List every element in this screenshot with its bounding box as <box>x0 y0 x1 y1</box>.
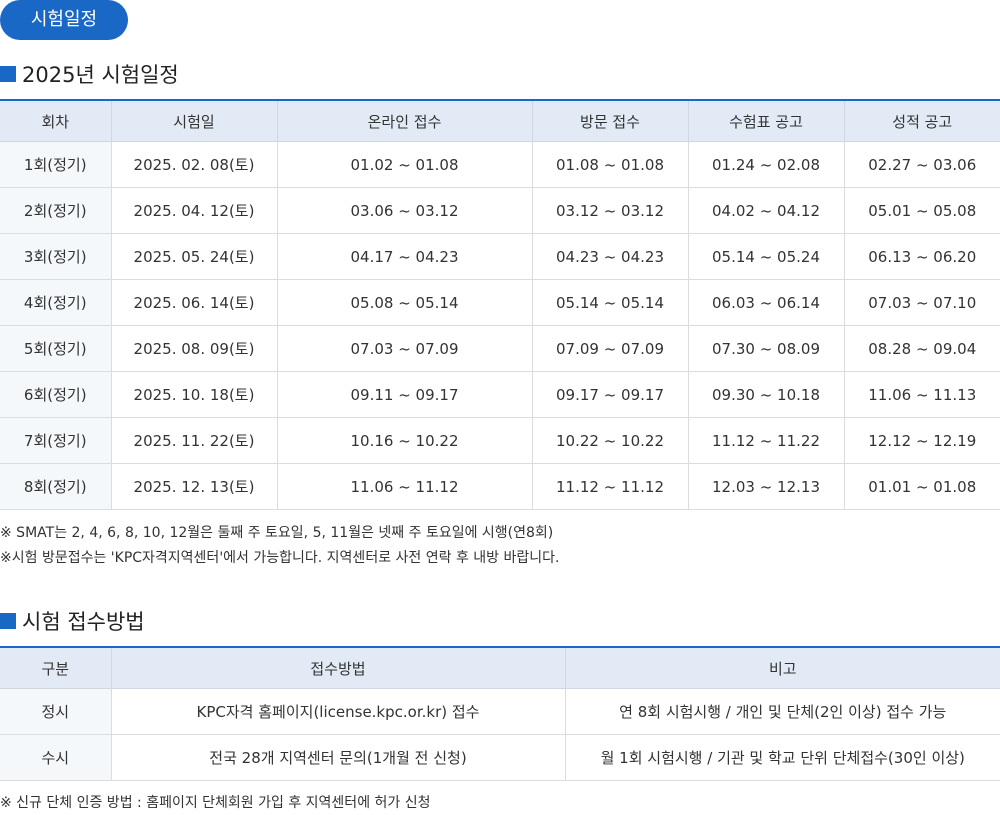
round-cell: 4회(정기) <box>0 279 111 326</box>
method-section-title: 시험 접수방법 <box>0 606 145 636</box>
registration-method-cell: KPC자격 홈페이지(license.kpc.or.kr) 접수 <box>110 688 565 735</box>
round-cell: 1회(정기) <box>0 141 111 188</box>
header-score-announcement: 성적 공고 <box>843 99 1000 142</box>
visit-registration-cell: 09.17 ~ 09.17 <box>531 371 688 418</box>
section-marker-icon <box>0 613 16 629</box>
table-row: 수시 전국 28개 지역센터 문의(1개월 전 신청) 월 1회 시험시행 / … <box>0 734 1000 781</box>
exam-date-cell: 2025. 06. 14(토) <box>110 279 277 326</box>
schedule-table: 회차 시험일 온라인 접수 방문 접수 수험표 공고 성적 공고 1회(정기) … <box>0 99 1000 510</box>
header-category: 구분 <box>0 646 111 689</box>
exam-date-cell: 2025. 05. 24(토) <box>110 233 277 280</box>
admission-ticket-cell: 07.30 ~ 08.09 <box>687 325 844 372</box>
table-row: 7회(정기) 2025. 11. 22(토) 10.16 ~ 10.22 10.… <box>0 417 1000 464</box>
exam-date-cell: 2025. 02. 08(토) <box>110 141 277 188</box>
visit-registration-cell: 03.12 ~ 03.12 <box>531 187 688 234</box>
online-registration-cell: 09.11 ~ 09.17 <box>276 371 532 418</box>
table-row: 1회(정기) 2025. 02. 08(토) 01.02 ~ 01.08 01.… <box>0 141 1000 188</box>
round-cell: 6회(정기) <box>0 371 111 418</box>
category-cell: 정시 <box>0 688 111 735</box>
registration-method-cell: 전국 28개 지역센터 문의(1개월 전 신청) <box>110 734 565 781</box>
score-announcement-cell: 11.06 ~ 11.13 <box>843 371 1000 418</box>
exam-date-cell: 2025. 11. 22(토) <box>110 417 277 464</box>
round-cell: 2회(정기) <box>0 187 111 234</box>
score-announcement-cell: 07.03 ~ 07.10 <box>843 279 1000 326</box>
round-cell: 8회(정기) <box>0 463 111 510</box>
remarks-cell: 연 8회 시험시행 / 개인 및 단체(2인 이상) 접수 가능 <box>564 688 1000 735</box>
method-table: 구분 접수방법 비고 정시 KPC자격 홈페이지(license.kpc.or.… <box>0 646 1000 781</box>
score-announcement-cell: 01.01 ~ 01.08 <box>843 463 1000 510</box>
admission-ticket-cell: 04.02 ~ 04.12 <box>687 187 844 234</box>
schedule-note: ※시험 방문접수는 'KPC자격지역센터'에서 가능합니다. 지역센터로 사전 … <box>0 550 560 566</box>
table-row: 정시 KPC자격 홈페이지(license.kpc.or.kr) 접수 연 8회… <box>0 688 1000 735</box>
table-row: 3회(정기) 2025. 05. 24(토) 04.17 ~ 04.23 04.… <box>0 233 1000 280</box>
header-round: 회차 <box>0 99 111 142</box>
exam-date-cell: 2025. 08. 09(토) <box>110 325 277 372</box>
schedule-note: ※ SMAT는 2, 4, 6, 8, 10, 12월은 둘째 주 토요일, 5… <box>0 525 554 541</box>
online-registration-cell: 11.06 ~ 11.12 <box>276 463 532 510</box>
schedule-title: 2025년 시험일정 <box>22 63 179 87</box>
section-marker-icon <box>0 66 16 82</box>
admission-ticket-cell: 06.03 ~ 06.14 <box>687 279 844 326</box>
exam-schedule-badge: 시험일정 <box>0 0 128 40</box>
exam-date-cell: 2025. 12. 13(토) <box>110 463 277 510</box>
online-registration-cell: 03.06 ~ 03.12 <box>276 187 532 234</box>
header-exam-date: 시험일 <box>110 99 277 142</box>
online-registration-cell: 05.08 ~ 05.14 <box>276 279 532 326</box>
exam-date-cell: 2025. 04. 12(토) <box>110 187 277 234</box>
schedule-header-row: 회차 시험일 온라인 접수 방문 접수 수험표 공고 성적 공고 <box>0 99 1000 142</box>
category-cell: 수시 <box>0 734 111 781</box>
admission-ticket-cell: 11.12 ~ 11.22 <box>687 417 844 464</box>
header-registration-method: 접수방법 <box>110 646 565 689</box>
round-cell: 7회(정기) <box>0 417 111 464</box>
round-cell: 5회(정기) <box>0 325 111 372</box>
online-registration-cell: 07.03 ~ 07.09 <box>276 325 532 372</box>
visit-registration-cell: 10.22 ~ 10.22 <box>531 417 688 464</box>
table-row: 5회(정기) 2025. 08. 09(토) 07.03 ~ 07.09 07.… <box>0 325 1000 372</box>
admission-ticket-cell: 09.30 ~ 10.18 <box>687 371 844 418</box>
visit-registration-cell: 01.08 ~ 01.08 <box>531 141 688 188</box>
visit-registration-cell: 04.23 ~ 04.23 <box>531 233 688 280</box>
online-registration-cell: 01.02 ~ 01.08 <box>276 141 532 188</box>
method-title: 시험 접수방법 <box>22 610 145 634</box>
visit-registration-cell: 07.09 ~ 07.09 <box>531 325 688 372</box>
header-admission-ticket: 수험표 공고 <box>687 99 844 142</box>
admission-ticket-cell: 12.03 ~ 12.13 <box>687 463 844 510</box>
round-cell: 3회(정기) <box>0 233 111 280</box>
score-announcement-cell: 02.27 ~ 03.06 <box>843 141 1000 188</box>
table-row: 4회(정기) 2025. 06. 14(토) 05.08 ~ 05.14 05.… <box>0 279 1000 326</box>
admission-ticket-cell: 05.14 ~ 05.24 <box>687 233 844 280</box>
header-visit-registration: 방문 접수 <box>531 99 688 142</box>
header-remarks: 비고 <box>564 646 1000 689</box>
table-row: 2회(정기) 2025. 04. 12(토) 03.06 ~ 03.12 03.… <box>0 187 1000 234</box>
method-note: ※ 신규 단체 인증 방법 : 홈페이지 단체회원 가입 후 지역센터에 허가 … <box>0 795 431 811</box>
exam-date-cell: 2025. 10. 18(토) <box>110 371 277 418</box>
admission-ticket-cell: 01.24 ~ 02.08 <box>687 141 844 188</box>
visit-registration-cell: 05.14 ~ 05.14 <box>531 279 688 326</box>
table-row: 8회(정기) 2025. 12. 13(토) 11.06 ~ 11.12 11.… <box>0 463 1000 510</box>
schedule-section-title: 2025년 시험일정 <box>0 59 179 89</box>
visit-registration-cell: 11.12 ~ 11.12 <box>531 463 688 510</box>
score-announcement-cell: 12.12 ~ 12.19 <box>843 417 1000 464</box>
online-registration-cell: 04.17 ~ 04.23 <box>276 233 532 280</box>
score-announcement-cell: 08.28 ~ 09.04 <box>843 325 1000 372</box>
table-row: 6회(정기) 2025. 10. 18(토) 09.11 ~ 09.17 09.… <box>0 371 1000 418</box>
online-registration-cell: 10.16 ~ 10.22 <box>276 417 532 464</box>
header-online-registration: 온라인 접수 <box>276 99 532 142</box>
score-announcement-cell: 05.01 ~ 05.08 <box>843 187 1000 234</box>
remarks-cell: 월 1회 시험시행 / 기관 및 학교 단위 단체접수(30인 이상) <box>564 734 1000 781</box>
method-header-row: 구분 접수방법 비고 <box>0 646 1000 689</box>
score-announcement-cell: 06.13 ~ 06.20 <box>843 233 1000 280</box>
